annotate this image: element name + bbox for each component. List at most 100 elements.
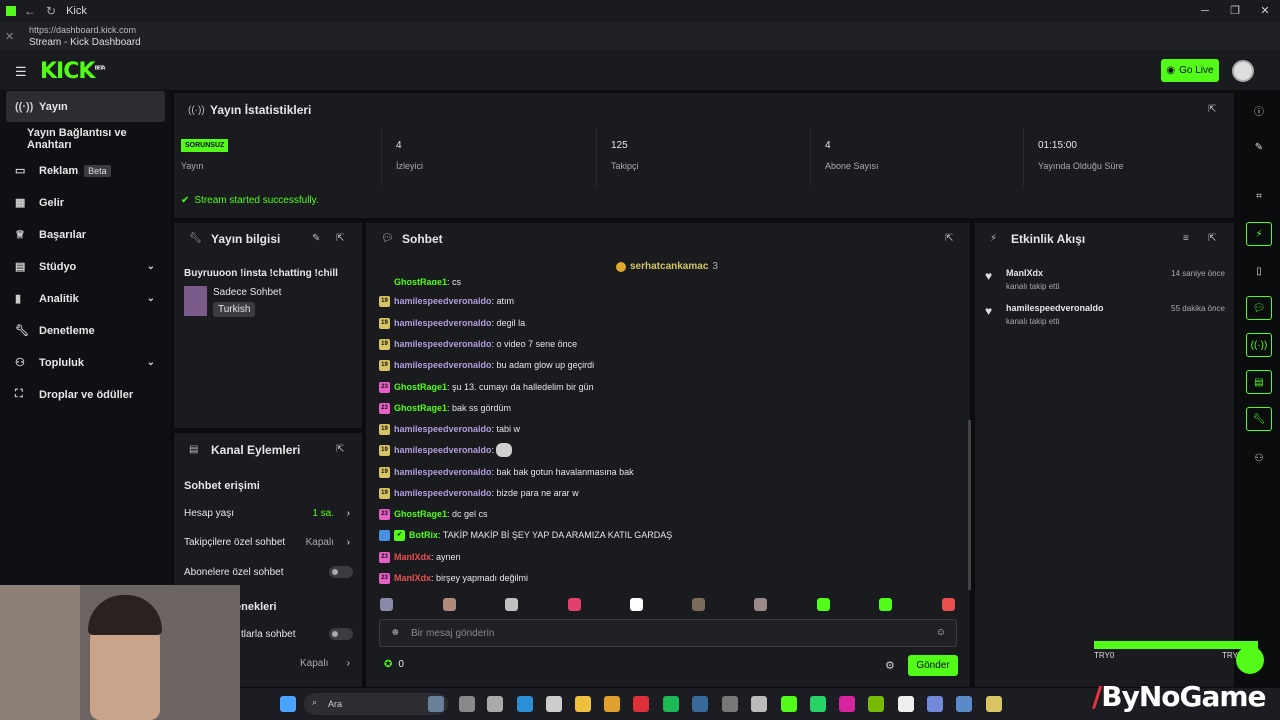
edge-icon[interactable] [517,696,533,712]
sidebar-item-droplar[interactable]: ⛶ Droplar ve ödüller [6,379,165,410]
subscribers-only-toggle[interactable] [329,566,353,578]
popout-icon[interactable]: ⇱ [336,444,344,455]
opera-icon[interactable] [633,696,649,712]
chat-scrollbar[interactable] [968,420,971,590]
channel-points[interactable]: ✪ 0 [384,659,404,670]
stat-viewers: 4 İzleyici [382,128,597,186]
chat-username[interactable]: hamilespeedveronaldo [394,488,492,498]
quick-emote-icon[interactable] [879,598,892,611]
hamburger-menu-icon[interactable]: ☰ [15,64,27,80]
sidebar-item-basarilar[interactable]: ♕ Başarılar [6,219,165,250]
broadcast-icon[interactable]: ((·)) [1246,333,1272,357]
close-icon[interactable]: ✕ [1250,0,1280,22]
quick-emote-icon[interactable] [754,598,767,611]
section-options: enekleri [235,601,277,613]
row-followers-only[interactable]: Takipçilere özel sohbet Kapalı › [184,537,352,548]
chat-bubble-icon[interactable]: 💬︎ [1246,296,1272,320]
document-icon[interactable]: ▯ [1246,259,1272,283]
popout-icon[interactable]: ⇱ [336,233,344,244]
quick-emote-icon[interactable] [692,598,705,611]
quick-emote-icon[interactable] [817,598,830,611]
widgets-icon[interactable] [428,696,444,712]
chat-username[interactable]: hamilespeedveronaldo [394,467,492,477]
stat-status: Yayın [174,128,382,186]
spotify-icon[interactable] [663,696,679,712]
edit-icon[interactable]: ✎ [1246,135,1272,159]
taskbar-search[interactable]: ⌕ Ara [304,693,448,715]
task-view-icon[interactable] [459,696,475,712]
explorer-icon[interactable] [575,696,591,712]
reload-icon[interactable]: ↻ [46,4,56,18]
emote-icon[interactable]: ☻ [390,627,401,638]
screenshot-icon[interactable]: ⌗ [1246,184,1272,208]
chrome-icon[interactable] [604,696,620,712]
quick-emote-icon[interactable] [443,598,456,611]
wrench-icon[interactable]: 🔧︎ [1246,407,1272,431]
sidebar-item-gelir[interactable]: ▦ Gelir [6,187,165,218]
instagram-icon[interactable] [839,696,855,712]
chat-input[interactable]: ☻ Bir mesaj gönderin ☺ [379,619,957,647]
info-icon[interactable]: ⓘ [1246,98,1272,122]
minimize-icon[interactable]: ─ [1190,0,1220,22]
network-icon[interactable] [956,696,972,712]
store-icon[interactable] [546,696,562,712]
sidebar-item-studyo[interactable]: ▤ Stüdyo ⌄ [6,251,165,282]
chat-username[interactable]: hamilespeedveronaldo [394,339,492,349]
maximize-icon[interactable]: ❐ [1220,0,1250,22]
chat-username[interactable]: GhostRage1 [394,382,447,392]
discord-icon[interactable] [927,696,943,712]
go-live-button[interactable]: ◉ Go Live [1161,59,1219,82]
chat-username[interactable]: BotRix [409,530,438,540]
game-icon[interactable] [487,696,503,712]
chat-username[interactable]: hamilespeedveronaldo [394,296,492,306]
emoji-icon[interactable]: ☺ [936,627,946,638]
close-popup-icon[interactable]: ✕ [5,30,14,43]
emote-only-toggle[interactable] [329,628,353,640]
quick-emote-icon[interactable] [505,598,518,611]
chat-username[interactable]: GhostRage1 [394,403,447,413]
app-icon[interactable] [986,696,1002,712]
chat-username[interactable]: ManIXdx [394,552,431,562]
sidebar-item-stream-key[interactable]: Yayın Bağlantısı ve Anahtarı [6,123,165,154]
chat-message: 19 hamilespeedveronaldo: o video 7 sene ö… [379,337,577,351]
popout-icon[interactable]: ⇱ [1208,104,1216,115]
chat-username[interactable]: GhostRage1 [394,509,447,519]
sidebar-item-denetleme[interactable]: 🔧︎ Denetleme [6,315,165,346]
chat-settings-icon[interactable]: ⚙ [885,659,895,672]
row-account-age[interactable]: Hesap yaşı 1 sa. › [184,508,352,519]
chat-username[interactable]: hamilespeedveronaldo [394,424,492,434]
popout-icon[interactable]: ⇱ [1208,233,1216,244]
kick-icon[interactable] [781,696,797,712]
quick-emote-icon[interactable] [380,598,393,611]
nvidia-icon[interactable] [868,696,884,712]
sidebar-item-analitik[interactable]: ▮ Analitik ⌄ [6,283,165,314]
sidebar-item-yayin[interactable]: ((·)) Yayın [6,91,165,122]
quick-emote-icon[interactable] [942,598,955,611]
epic-icon[interactable] [722,696,738,712]
steam-icon[interactable] [692,696,708,712]
user-avatar[interactable] [1232,60,1254,82]
back-icon[interactable]: ← [24,4,36,18]
row-slow-mode[interactable]: Kapalı › [300,658,352,669]
kick-logo[interactable]: KICKBETA [40,59,106,84]
lightning-icon[interactable]: ⚡︎ [1246,222,1272,246]
windows-start-icon[interactable] [280,696,296,712]
obs-icon[interactable] [751,696,767,712]
edit-icon[interactable]: ✎ [312,233,320,244]
g-icon[interactable] [898,696,914,712]
quick-emote-icon[interactable] [568,598,581,611]
quick-emote-icon[interactable] [630,598,643,611]
chat-username[interactable]: hamilespeedveronaldo [394,318,492,328]
pinned-gifter[interactable]: serhatcankamac 3 [616,261,718,272]
popout-icon[interactable]: ⇱ [945,233,953,244]
chat-username[interactable]: ManIXdx [394,573,431,583]
community-icon[interactable]: ⚇ [1246,446,1272,470]
chat-username[interactable]: hamilespeedveronaldo [394,445,492,455]
sidebar-item-reklam[interactable]: ▭ Reklam Beta [6,155,165,186]
filter-icon[interactable]: ≡ [1183,233,1189,244]
send-button[interactable]: Gönder [908,655,958,676]
chat-username[interactable]: hamilespeedveronaldo [394,360,492,370]
channel-icon[interactable]: ▤ [1246,370,1272,394]
sidebar-item-topluluk[interactable]: ⚇ Topluluk ⌄ [6,347,165,378]
whatsapp-icon[interactable] [810,696,826,712]
